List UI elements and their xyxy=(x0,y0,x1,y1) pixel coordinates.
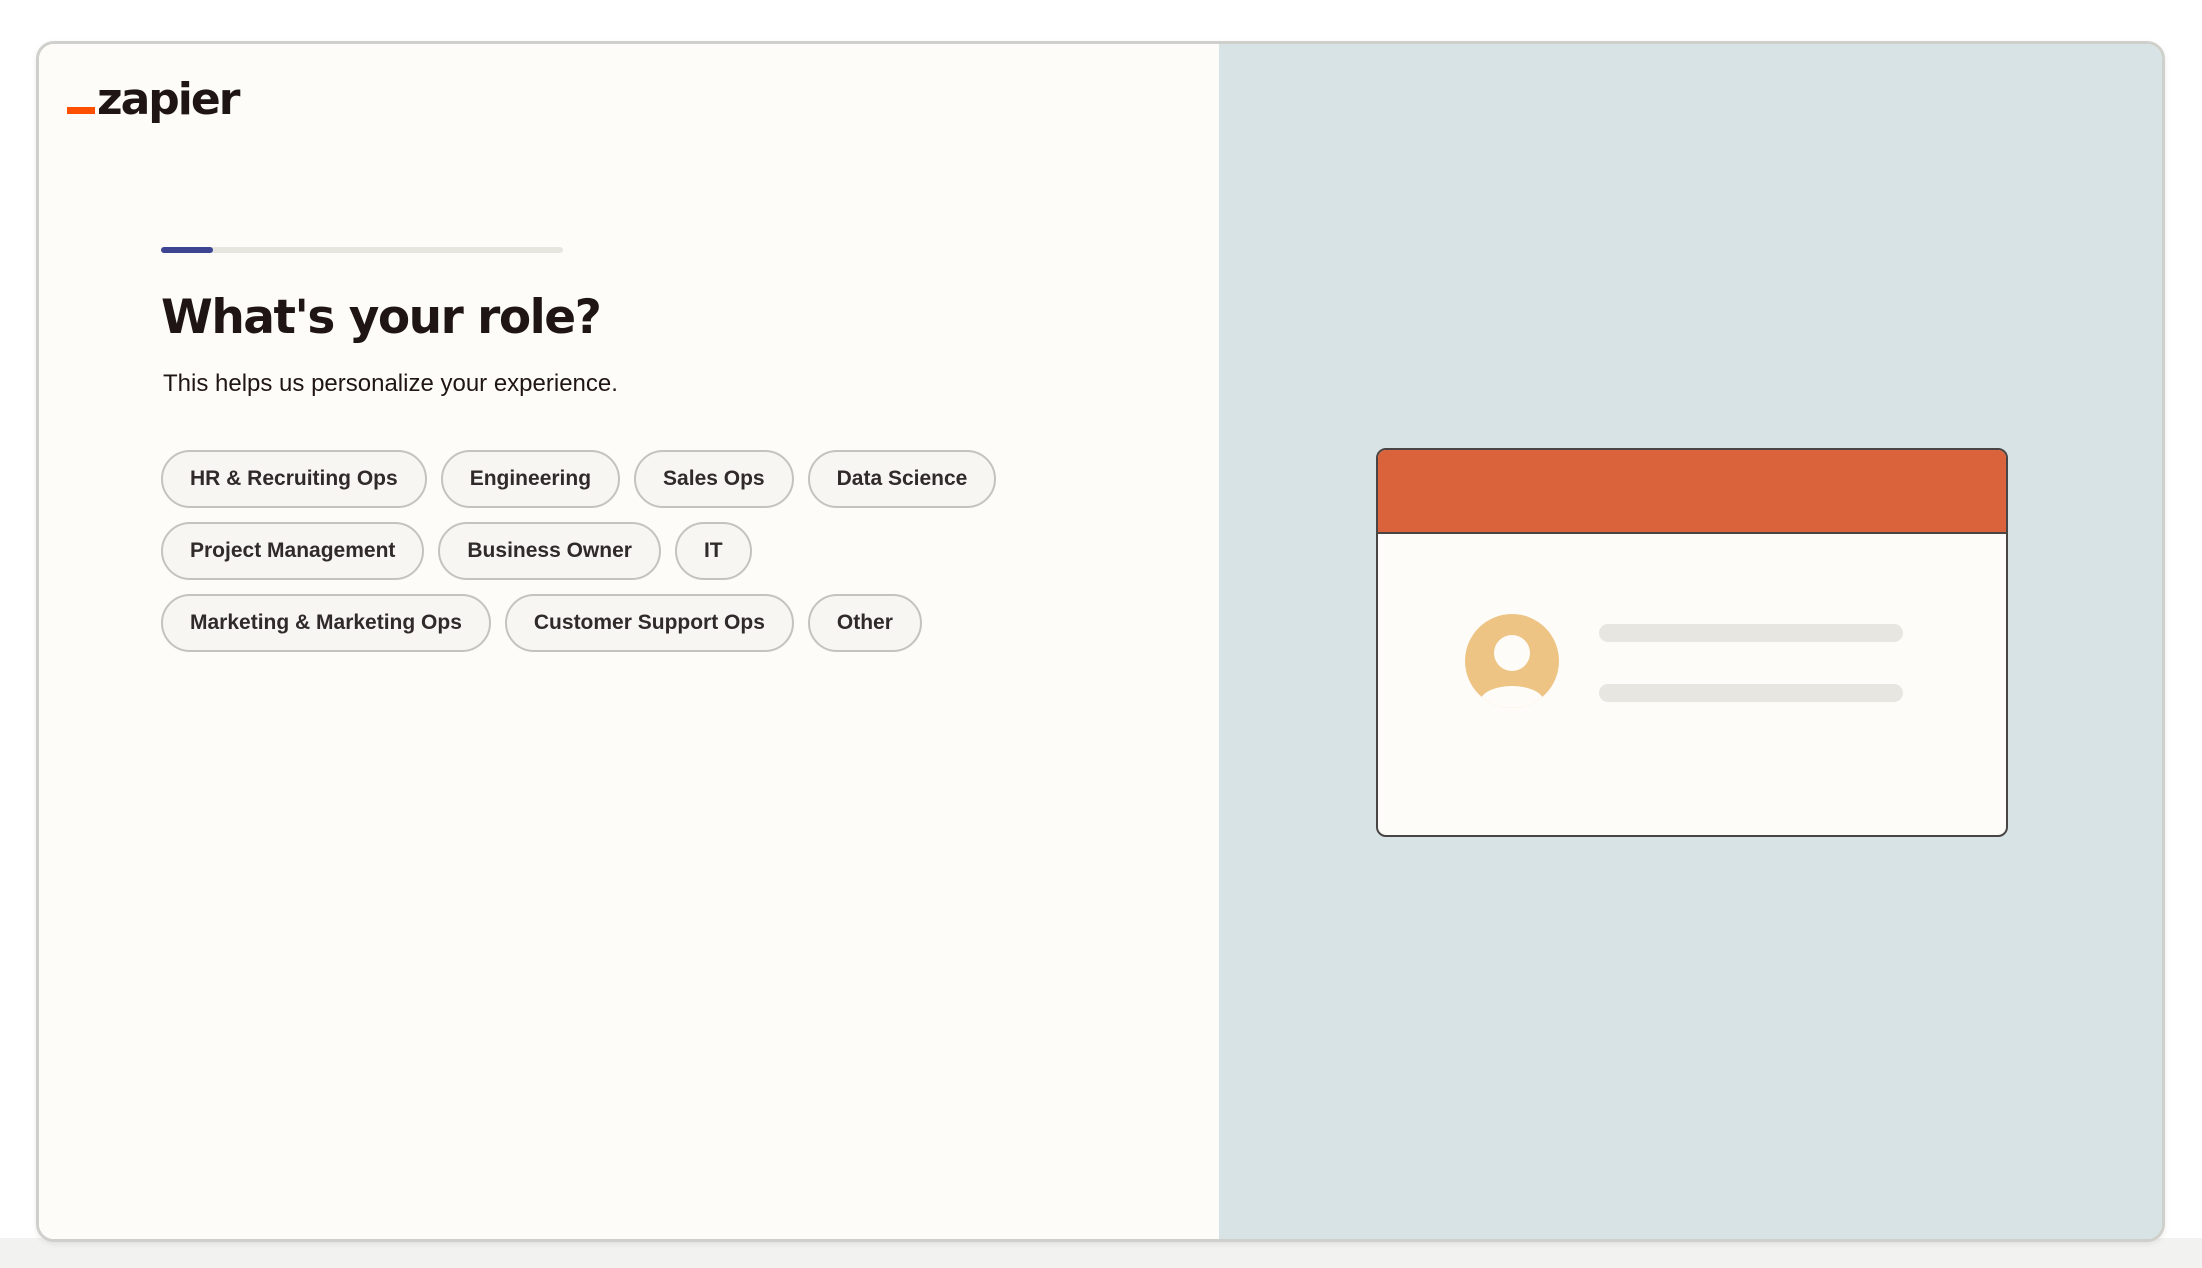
role-chip-marketing-and-marketing-ops[interactable]: Marketing & Marketing Ops xyxy=(161,594,491,652)
card-header-bar xyxy=(1378,450,2006,534)
role-row: HR & Recruiting Ops Engineering Sales Ops D… xyxy=(161,450,1061,508)
logo-wordmark: zapier xyxy=(97,74,240,125)
zapier-logo[interactable]: zapier xyxy=(67,66,240,125)
role-options: HR & Recruiting Ops Engineering Sales Ops D… xyxy=(161,450,1061,666)
app-window: zapier What's your role? This helps us p… xyxy=(36,41,2165,1242)
role-chip-business-owner[interactable]: Business Owner xyxy=(438,522,661,580)
onboarding-panel: zapier What's your role? This helps us p… xyxy=(39,44,1219,1239)
role-chip-other[interactable]: Other xyxy=(807,594,922,652)
role-row: Project Management Business Owner IT xyxy=(161,522,1061,580)
role-chip-sales-ops[interactable]: Sales Ops xyxy=(634,450,794,508)
page-subtitle: This helps us personalize your experienc… xyxy=(163,370,618,397)
role-chip-it[interactable]: IT xyxy=(674,522,752,580)
role-chip-hr-and-recruiting-ops[interactable]: HR & Recruiting Ops xyxy=(161,450,427,508)
role-row: Marketing & Marketing Ops Customer Suppor… xyxy=(161,594,1061,652)
role-chip-data-science[interactable]: Data Science xyxy=(807,450,997,508)
placeholder-text-line xyxy=(1599,684,1903,702)
onboarding-progress-bar xyxy=(161,247,563,253)
logo-underscore-mark xyxy=(67,107,95,114)
role-chip-customer-support-ops[interactable]: Customer Support Ops xyxy=(504,594,794,652)
role-chip-project-management[interactable]: Project Management xyxy=(161,522,425,580)
profile-card-illustration xyxy=(1376,448,2008,837)
placeholder-text-line xyxy=(1599,624,1903,642)
user-avatar-icon xyxy=(1465,614,1559,708)
progress-bar-fill xyxy=(161,247,214,253)
role-chip-engineering[interactable]: Engineering xyxy=(440,450,621,508)
page-bottom-edge xyxy=(0,1238,2202,1268)
page-title: What's your role? xyxy=(161,290,602,345)
